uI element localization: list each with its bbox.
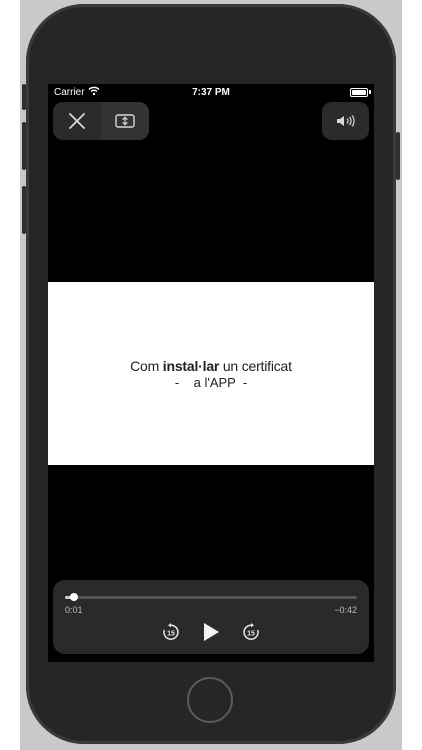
playback-controls: 0:01 −0:42 15 15: [53, 580, 369, 654]
close-icon: [69, 113, 85, 129]
play-icon: [204, 623, 219, 641]
video-frame[interactable]: Com instal·lar un certificat - a l'APP -: [48, 282, 374, 465]
scrubber-track[interactable]: [65, 593, 357, 601]
skip-back-seconds: 15: [167, 631, 175, 638]
skip-forward-button[interactable]: 15: [239, 618, 263, 646]
screen: Carrier 7:37 PM Com instal·lar un certif…: [48, 84, 374, 662]
skip-forward-15-icon: 15: [243, 623, 259, 640]
resize-video-button[interactable]: [101, 102, 149, 140]
battery-icon: [350, 88, 368, 97]
volume-up-button: [22, 122, 26, 170]
video-title: Com instal·lar un certificat: [130, 358, 292, 374]
video-title-prefix: Com: [130, 357, 163, 374]
skip-back-15-icon: 15: [163, 623, 179, 640]
volume-down-button: [22, 186, 26, 234]
elapsed-time: 0:01: [65, 605, 83, 615]
power-button: [396, 132, 400, 180]
status-time: 7:37 PM: [192, 87, 230, 98]
skip-back-button[interactable]: 15: [159, 618, 183, 646]
close-button[interactable]: [53, 102, 101, 140]
status-bar: Carrier 7:37 PM: [48, 84, 374, 102]
video-title-suffix: un certificat: [219, 357, 292, 374]
scrubber-knob[interactable]: [69, 593, 78, 601]
volume-icon: [336, 115, 355, 127]
volume-button[interactable]: [322, 102, 369, 140]
video-title-bold: instal·lar: [162, 357, 220, 374]
transport-controls: 15 15: [53, 618, 369, 648]
home-button[interactable]: [187, 677, 233, 723]
top-right-controls: [322, 102, 369, 140]
resize-video-icon: [115, 114, 135, 128]
mute-switch: [22, 84, 26, 110]
remaining-time: −0:42: [334, 605, 357, 615]
play-button[interactable]: [199, 618, 223, 646]
skip-forward-seconds: 15: [247, 631, 255, 638]
top-left-controls: [53, 102, 149, 140]
video-subtitle: - a l'APP -: [174, 374, 248, 390]
battery-tip: [369, 90, 371, 94]
